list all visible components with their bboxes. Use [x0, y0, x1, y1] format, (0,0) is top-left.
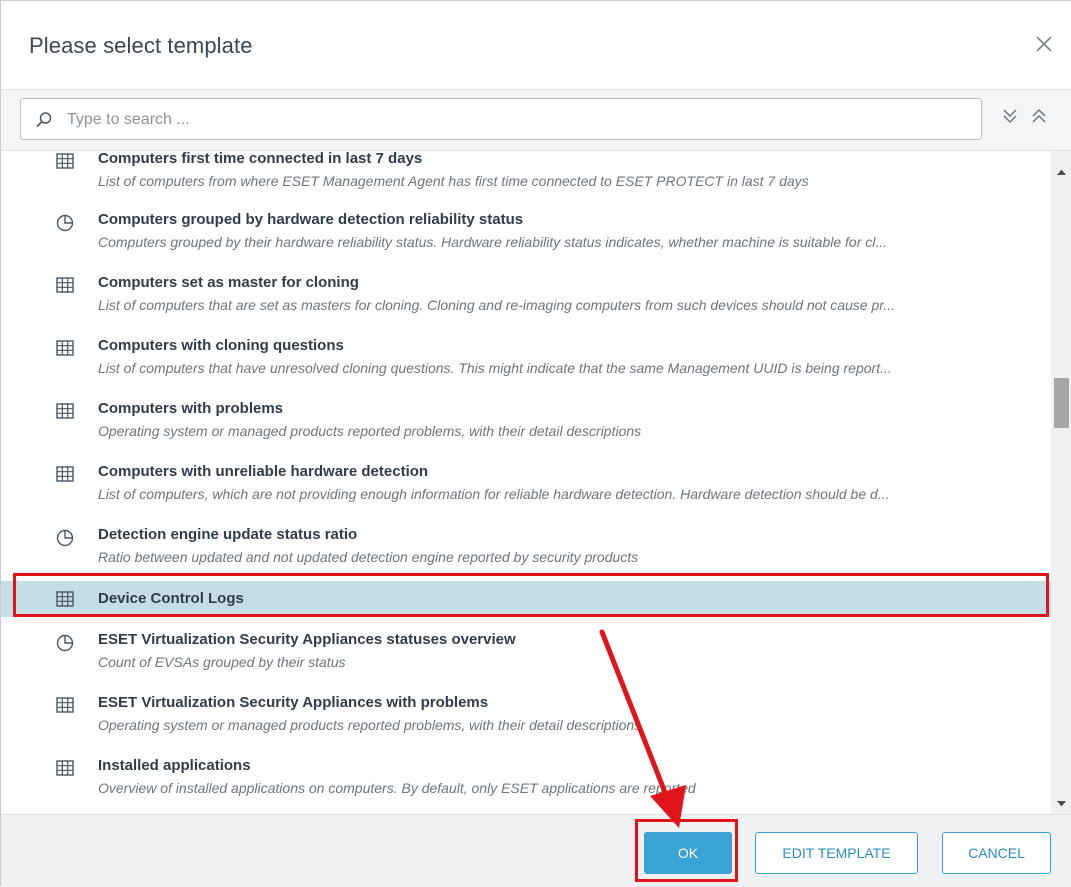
- template-description: Operating system or managed products rep…: [98, 717, 642, 733]
- template-description: Count of EVSAs grouped by their status: [98, 654, 346, 670]
- template-title: Detection engine update status ratio: [98, 526, 358, 543]
- template-description: List of computers from where ESET Manage…: [98, 173, 809, 189]
- dialog-footer: OK EDIT TEMPLATE CANCEL: [1, 814, 1071, 887]
- template-title: Computers with problems: [98, 400, 284, 417]
- list-item[interactable]: Computers set as master for cloning List…: [1, 273, 1051, 323]
- list-item[interactable]: Detection engine update status ratio Rat…: [1, 525, 1051, 575]
- ok-button[interactable]: OK: [644, 832, 732, 874]
- dialog-header: Please select template: [1, 1, 1071, 89]
- select-template-dialog: Please select template Computers first t…: [0, 0, 1071, 887]
- table-icon: [56, 697, 74, 718]
- template-title: Installed applications: [98, 757, 251, 774]
- pie-chart-icon: [56, 634, 74, 657]
- template-title: Computers first time connected in last 7…: [98, 151, 423, 167]
- template-title: ESET Virtualization Security Appliances …: [98, 694, 489, 711]
- list-item[interactable]: Computers grouped by hardware detection …: [1, 210, 1051, 260]
- template-description: Operating system or managed products rep…: [98, 423, 642, 439]
- scroll-up-arrow-icon[interactable]: [1056, 163, 1067, 181]
- cancel-button[interactable]: CANCEL: [942, 832, 1051, 874]
- template-description: List of computers, which are not providi…: [98, 486, 890, 502]
- list-item[interactable]: Computers with problems Operating system…: [1, 399, 1051, 449]
- table-icon: [56, 760, 74, 781]
- list-item-selected[interactable]: Device Control Logs: [1, 581, 1051, 617]
- list-item[interactable]: Computers with cloning questions List of…: [1, 336, 1051, 386]
- template-title: ESET Virtualization Security Appliances …: [98, 631, 516, 648]
- pie-chart-icon: [56, 214, 74, 237]
- template-description: Overview of installed applications on co…: [98, 780, 696, 796]
- table-icon: [56, 591, 74, 612]
- table-icon: [56, 153, 74, 174]
- table-icon: [56, 466, 74, 487]
- template-title: Computers with cloning questions: [98, 337, 344, 354]
- list-item[interactable]: Computers with unreliable hardware detec…: [1, 462, 1051, 512]
- collapse-all-icon[interactable]: [1029, 106, 1049, 131]
- template-description: Computers grouped by their hardware reli…: [98, 234, 888, 250]
- template-title: Computers grouped by hardware detection …: [98, 211, 524, 228]
- template-description: Ratio between updated and not updated de…: [98, 549, 639, 565]
- list-item[interactable]: Installed applications Overview of insta…: [1, 756, 1051, 806]
- template-description: List of computers that have unresolved c…: [98, 360, 892, 376]
- table-icon: [56, 340, 74, 361]
- search-toolbar: [1, 89, 1071, 151]
- close-icon[interactable]: [1031, 31, 1057, 57]
- search-box[interactable]: [20, 98, 982, 140]
- search-input[interactable]: [65, 103, 969, 137]
- scroll-down-arrow-icon[interactable]: [1056, 795, 1067, 813]
- template-list: Computers first time connected in last 7…: [1, 151, 1051, 814]
- list-item[interactable]: ESET Virtualization Security Appliances …: [1, 693, 1051, 743]
- table-icon: [56, 403, 74, 424]
- scrollbar-thumb[interactable]: [1054, 378, 1069, 428]
- search-icon: [36, 112, 52, 128]
- template-title: Device Control Logs: [98, 590, 244, 607]
- list-item[interactable]: Computers first time connected in last 7…: [1, 151, 1051, 199]
- table-icon: [56, 277, 74, 298]
- template-description: List of computers that are set as master…: [98, 297, 896, 313]
- pie-chart-icon: [56, 529, 74, 552]
- template-title: Computers with unreliable hardware detec…: [98, 463, 429, 480]
- list-scrollbar[interactable]: [1051, 151, 1071, 814]
- dialog-title: Please select template: [29, 33, 253, 58]
- list-item[interactable]: ESET Virtualization Security Appliances …: [1, 630, 1051, 680]
- edit-template-button[interactable]: EDIT TEMPLATE: [755, 832, 918, 874]
- template-title: Computers set as master for cloning: [98, 274, 359, 291]
- expand-all-icon[interactable]: [1000, 106, 1020, 131]
